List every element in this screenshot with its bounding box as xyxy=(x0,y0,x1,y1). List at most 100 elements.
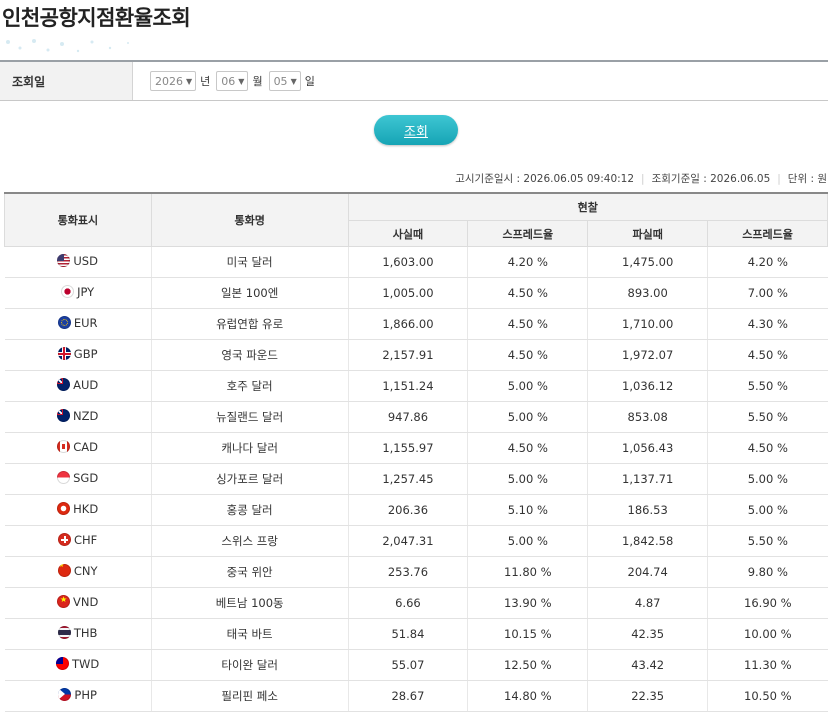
currency-code-cell: USD xyxy=(4,246,152,278)
search-date-label: 조회일 xyxy=(0,62,133,100)
cash-buy-rate: 206.36 xyxy=(347,494,468,526)
header-buy-spread: 스프레드율 xyxy=(467,220,589,247)
currency-code: PHP xyxy=(74,687,97,702)
ph-flag-icon xyxy=(58,688,72,702)
cash-buy-spread: 12.50 % xyxy=(467,649,588,681)
cash-sell-spread: 4.50 % xyxy=(707,432,828,464)
exchange-rate-table: 통화표시 통화명 현찰 사실때 스프레드율 파실때 스프레드율 USD 미국 달러… xyxy=(4,192,828,712)
cash-sell-rate: 1,137.71 xyxy=(587,463,708,495)
header-cash: 현찰 xyxy=(347,192,828,221)
cash-sell-spread: 4.30 % xyxy=(707,308,828,340)
currency-name: 스위스 프랑 xyxy=(150,525,348,557)
cash-buy-spread: 5.00 % xyxy=(467,525,588,557)
query-date-label: 조회기준일 : xyxy=(651,173,707,185)
cash-buy-spread: 5.00 % xyxy=(467,463,588,495)
header-sell-spread: 스프레드율 xyxy=(707,220,828,247)
cash-buy-rate: 55.07 xyxy=(347,649,468,681)
cash-sell-spread: 5.50 % xyxy=(707,525,828,557)
cash-sell-rate: 1,475.00 xyxy=(587,246,708,278)
ch-flag-icon xyxy=(58,533,71,547)
currency-code: NZD xyxy=(72,408,99,423)
currency-name: 뉴질랜드 달러 xyxy=(150,401,348,433)
cash-buy-rate: 253.76 xyxy=(347,556,468,588)
cash-sell-rate: 4.87 xyxy=(587,587,708,619)
currency-code-cell: EUR xyxy=(4,308,152,340)
table-row: SGD 싱가포르 달러 1,257.45 5.00 % 1,137.71 5.00 % xyxy=(4,463,828,495)
currency-code-cell: THB xyxy=(4,618,152,650)
cash-buy-spread: 14.80 % xyxy=(467,680,588,712)
date-selectors: 2026 ▼ 년 06 ▼ 월 05 ▼ 일 xyxy=(133,71,318,91)
cash-buy-rate: 51.84 xyxy=(347,618,468,650)
currency-code-cell: PHP xyxy=(4,680,152,712)
cash-buy-rate: 1,257.45 xyxy=(347,463,468,495)
month-value: 06 xyxy=(221,74,236,88)
cash-buy-rate: 1,866.00 xyxy=(347,308,468,340)
currency-code-cell: AUD xyxy=(4,370,152,402)
year-select[interactable]: 2026 ▼ xyxy=(150,71,197,91)
cash-sell-spread: 5.00 % xyxy=(707,463,828,495)
unit-label: 단위 : 원 xyxy=(787,173,827,185)
chevron-down-icon: ▼ xyxy=(186,76,193,86)
currency-name: 태국 바트 xyxy=(150,618,348,650)
ca-flag-icon xyxy=(57,440,71,454)
currency-code-cell: SGD xyxy=(4,463,152,495)
cash-sell-rate: 893.00 xyxy=(587,277,708,309)
table-row: THB 태국 바트 51.84 10.15 % 42.35 10.00 % xyxy=(4,618,828,650)
cash-buy-spread: 11.80 % xyxy=(467,556,588,588)
cash-sell-spread: 4.20 % xyxy=(707,246,828,278)
cash-buy-spread: 5.10 % xyxy=(467,494,588,526)
year-value: 2026 xyxy=(155,74,183,88)
currency-code: EUR xyxy=(73,315,98,330)
header-sell: 파실때 xyxy=(587,220,709,247)
sg-flag-icon xyxy=(57,471,71,485)
table-row: CAD 캐나다 달러 1,155.97 4.50 % 1,056.43 4.50 % xyxy=(4,432,828,464)
tw-flag-icon xyxy=(56,657,70,671)
currency-code-cell: HKD xyxy=(4,494,152,526)
cash-buy-spread: 13.90 % xyxy=(467,587,588,619)
cash-buy-spread: 4.20 % xyxy=(467,246,588,278)
hk-flag-icon xyxy=(57,502,71,516)
table-row: GBP 영국 파운드 2,157.91 4.50 % 1,972.07 4.50 % xyxy=(4,339,828,371)
notice-time-label: 고시기준일시 : xyxy=(455,173,521,185)
jp-flag-icon xyxy=(61,285,75,299)
query-button[interactable]: 조회 xyxy=(374,115,458,145)
table-row: TWD 타이완 달러 55.07 12.50 % 43.42 11.30 % xyxy=(4,649,828,681)
currency-code: TWD xyxy=(72,656,100,671)
currency-code: CHF xyxy=(74,532,98,547)
cash-buy-spread: 4.50 % xyxy=(467,432,588,464)
cash-sell-rate: 42.35 xyxy=(587,618,708,650)
currency-code-cell: VND xyxy=(4,587,152,619)
decorative-dots xyxy=(6,39,129,53)
day-select[interactable]: 05 ▼ xyxy=(268,71,301,91)
cash-sell-rate: 853.08 xyxy=(587,401,708,433)
cash-buy-rate: 6.66 xyxy=(347,587,468,619)
currency-code-cell: NZD xyxy=(4,401,152,433)
cash-buy-rate: 1,155.97 xyxy=(347,432,468,464)
day-unit: 일 xyxy=(304,75,315,88)
vn-flag-icon xyxy=(56,595,70,609)
currency-code-cell: TWD xyxy=(4,649,152,681)
cash-sell-rate: 186.53 xyxy=(587,494,708,526)
cash-buy-spread: 4.50 % xyxy=(467,277,588,309)
currency-code: CAD xyxy=(73,439,99,454)
currency-code: USD xyxy=(73,253,98,268)
cash-sell-spread: 7.00 % xyxy=(707,277,828,309)
currency-code-cell: JPY xyxy=(4,277,152,309)
query-date-value: 2026.06.05 xyxy=(710,172,771,185)
header-currency-name: 통화명 xyxy=(150,192,349,247)
cash-sell-rate: 1,710.00 xyxy=(587,308,708,340)
currency-name: 미국 달러 xyxy=(150,246,348,278)
au-flag-icon xyxy=(57,378,71,392)
currency-code-cell: CAD xyxy=(4,432,152,464)
cash-buy-rate: 947.86 xyxy=(347,401,468,433)
cash-sell-rate: 1,972.07 xyxy=(587,339,708,371)
month-select[interactable]: 06 ▼ xyxy=(216,71,249,91)
cash-sell-spread: 4.50 % xyxy=(707,339,828,371)
th-flag-icon xyxy=(57,626,71,640)
currency-name: 호주 달러 xyxy=(150,370,348,402)
divider: | xyxy=(641,172,645,185)
currency-code: VND xyxy=(72,594,99,609)
search-date-row: 조회일 2026 ▼ 년 06 ▼ 월 05 ▼ 일 xyxy=(0,60,828,101)
header-currency-code: 통화표시 xyxy=(4,192,152,247)
cash-buy-spread: 5.00 % xyxy=(467,401,588,433)
